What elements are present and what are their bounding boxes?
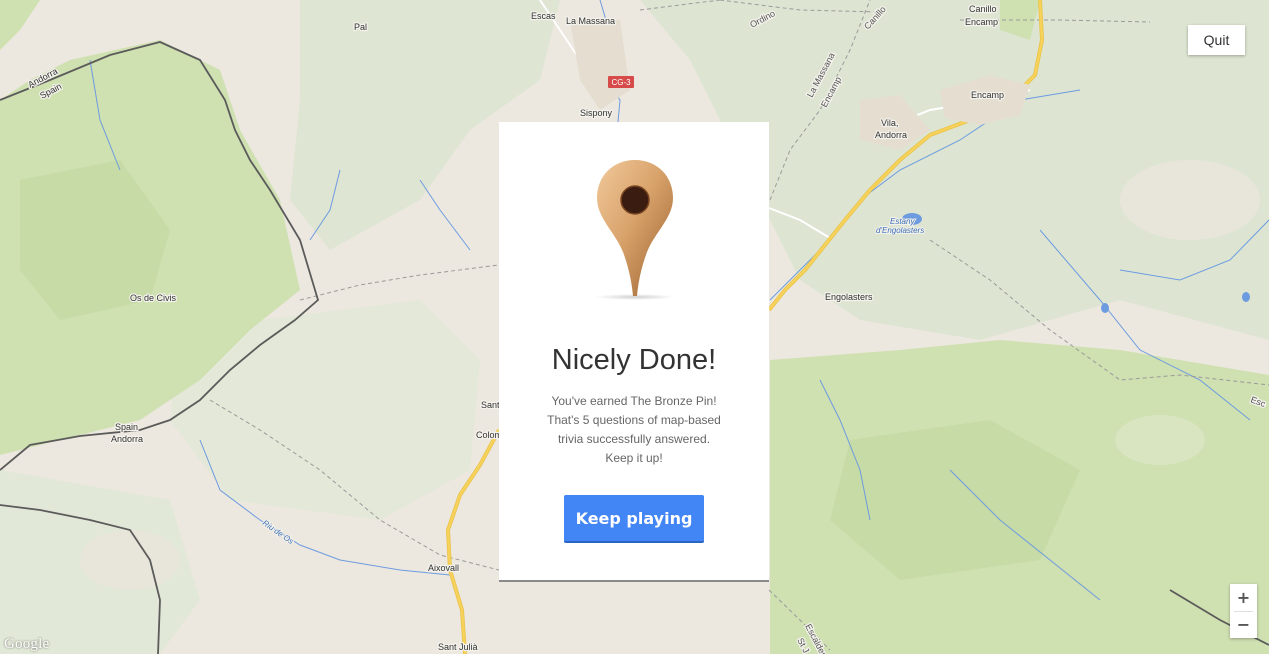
place-label: Andorra — [875, 130, 907, 140]
place-label: Os de Civis — [130, 293, 177, 303]
zoom-out-button[interactable]: − — [1230, 611, 1257, 638]
place-label: Sispony — [580, 108, 613, 118]
dialog-message-line: trivia successfully answered. — [557, 432, 711, 446]
dialog-message-line: You've earned The Bronze Pin! — [551, 394, 717, 408]
water-label: Estany — [890, 217, 915, 226]
place-label: La Massana — [566, 16, 615, 26]
quit-button[interactable]: Quit — [1188, 25, 1245, 55]
map-lake — [1101, 303, 1109, 313]
dialog-message-line: That's 5 questions of map-based — [547, 413, 721, 427]
place-label: Aixovall — [428, 563, 459, 573]
place-label: Sant — [481, 400, 500, 410]
place-label: Escas — [531, 11, 556, 21]
keep-playing-button[interactable]: Keep playing — [564, 495, 704, 543]
water-label: d'Engolasters — [876, 226, 924, 235]
google-logo: Google — [4, 636, 50, 652]
zoom-in-button[interactable]: + — [1230, 584, 1257, 611]
road-shield-label: CG-3 — [611, 78, 631, 87]
place-label: Engolasters — [825, 292, 873, 302]
map-clearing — [80, 530, 180, 590]
map-clearing — [1120, 160, 1260, 240]
place-label: Andorra — [111, 434, 143, 444]
place-label: Vila, — [881, 118, 898, 128]
dialog-message: You've earned The Bronze Pin! That's 5 q… — [519, 392, 749, 468]
zoom-controls: + − — [1230, 584, 1257, 638]
place-label: Canillo — [969, 4, 997, 14]
place-label: Pal — [354, 22, 367, 32]
place-label: Encamp — [971, 90, 1004, 100]
place-label: Sant Julià — [438, 642, 478, 652]
map-lake — [1242, 292, 1250, 302]
place-label: Encamp — [965, 17, 998, 27]
map-clearing — [1115, 415, 1205, 465]
dialog-title: Nicely Done! — [551, 344, 717, 376]
dialog-message-line: Keep it up! — [605, 451, 663, 465]
bronze-pin-icon — [595, 160, 675, 300]
achievement-dialog: Nicely Done! You've earned The Bronze Pi… — [499, 122, 769, 582]
zoom-divider — [1234, 611, 1253, 612]
place-label: Spain — [115, 422, 138, 432]
